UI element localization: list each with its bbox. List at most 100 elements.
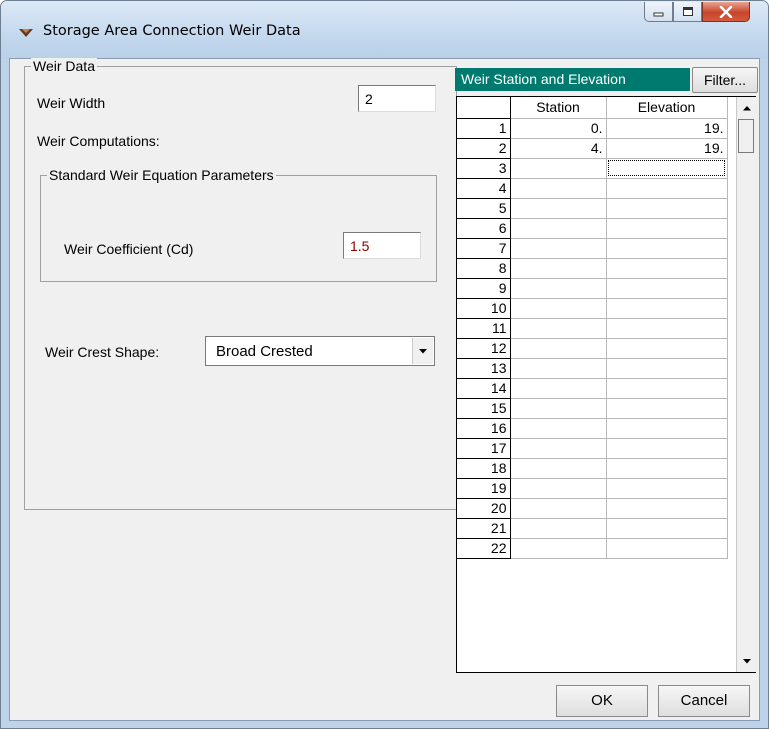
cancel-button[interactable]: Cancel — [658, 685, 750, 717]
column-header-station[interactable]: Station — [510, 97, 607, 119]
station-cell[interactable] — [510, 458, 607, 479]
column-header-elevation[interactable]: Elevation — [606, 97, 728, 119]
scroll-down-button[interactable] — [737, 651, 756, 671]
station-cell[interactable]: 0. — [510, 118, 607, 139]
elevation-cell[interactable] — [606, 298, 728, 319]
table-row[interactable]: 21 — [457, 518, 728, 539]
station-cell[interactable] — [510, 418, 607, 439]
elevation-cell[interactable] — [606, 238, 728, 259]
table-row[interactable]: 10 — [457, 298, 728, 319]
scroll-thumb[interactable] — [738, 119, 754, 153]
table-header: Weir Station and Elevation — [455, 68, 690, 91]
station-cell[interactable] — [510, 198, 607, 219]
grid-vertical-scrollbar[interactable] — [736, 97, 756, 672]
station-cell[interactable] — [510, 338, 607, 359]
weir-computations-label: Weir Computations: — [37, 133, 160, 149]
row-number: 9 — [457, 278, 511, 299]
station-cell[interactable] — [510, 298, 607, 319]
station-cell[interactable] — [510, 158, 607, 179]
title-bar[interactable]: Storage Area Connection Weir Data — [1, 1, 768, 59]
elevation-cell[interactable]: 19. — [606, 138, 728, 159]
table-row[interactable]: 9 — [457, 278, 728, 299]
elevation-cell[interactable] — [606, 518, 728, 539]
station-cell[interactable] — [510, 438, 607, 459]
close-button[interactable] — [702, 2, 750, 22]
filter-button[interactable]: Filter... — [692, 67, 758, 93]
elevation-cell[interactable] — [606, 438, 728, 459]
station-elevation-grid[interactable]: Station Elevation 1 0. 19. 2 4. 19. 3 4 5 6 7 8 9 10 1… — [456, 96, 756, 673]
table-row[interactable]: 7 — [457, 238, 728, 259]
elevation-cell[interactable] — [606, 158, 728, 179]
row-number: 2 — [457, 138, 511, 159]
table-row[interactable]: 19 — [457, 478, 728, 499]
table-row[interactable]: 5 — [457, 198, 728, 219]
station-cell[interactable] — [510, 218, 607, 239]
elevation-cell[interactable] — [606, 398, 728, 419]
table-row[interactable]: 20 — [457, 498, 728, 519]
station-cell[interactable] — [510, 398, 607, 419]
scroll-up-button[interactable] — [737, 98, 756, 118]
elevation-cell[interactable] — [606, 178, 728, 199]
weir-crest-shape-select[interactable]: Broad Crested — [205, 336, 435, 366]
table-row[interactable]: 13 — [457, 358, 728, 379]
weir-data-panel: Weir Data Weir Width Weir Computations: … — [24, 58, 457, 510]
table-row[interactable]: 11 — [457, 318, 728, 339]
minimize-button[interactable] — [644, 2, 673, 22]
table-row[interactable]: 18 — [457, 458, 728, 479]
table-row[interactable]: 8 — [457, 258, 728, 279]
elevation-cell[interactable] — [606, 478, 728, 499]
weir-crest-shape-value: Broad Crested — [216, 343, 313, 360]
table-row[interactable]: 12 — [457, 338, 728, 359]
row-number: 11 — [457, 318, 511, 339]
elevation-cell[interactable] — [606, 278, 728, 299]
table-row[interactable]: 16 — [457, 418, 728, 439]
row-number: 8 — [457, 258, 511, 279]
elevation-cell[interactable] — [606, 218, 728, 239]
table-row[interactable]: 22 — [457, 538, 728, 559]
station-cell[interactable] — [510, 238, 607, 259]
weir-width-label: Weir Width — [37, 95, 106, 111]
station-cell[interactable] — [510, 538, 607, 559]
station-cell[interactable] — [510, 278, 607, 299]
table-row[interactable]: 17 — [457, 438, 728, 459]
station-cell[interactable] — [510, 318, 607, 339]
elevation-cell[interactable] — [606, 198, 728, 219]
station-cell[interactable]: 4. — [510, 138, 607, 159]
elevation-cell[interactable] — [606, 538, 728, 559]
station-cell[interactable] — [510, 498, 607, 519]
weir-width-input[interactable] — [358, 85, 436, 112]
ok-button[interactable]: OK — [556, 685, 648, 717]
elevation-cell[interactable] — [606, 498, 728, 519]
grid-table: Station Elevation 1 0. 19. 2 4. 19. 3 4 5 6 7 8 9 10 1… — [457, 97, 728, 559]
station-cell[interactable] — [510, 358, 607, 379]
elevation-cell[interactable] — [606, 358, 728, 379]
table-row[interactable]: 4 — [457, 178, 728, 199]
elevation-cell[interactable]: 19. — [606, 118, 728, 139]
table-row[interactable]: 14 — [457, 378, 728, 399]
row-number: 7 — [457, 238, 511, 259]
row-number: 15 — [457, 398, 511, 419]
row-number: 13 — [457, 358, 511, 379]
station-cell[interactable] — [510, 378, 607, 399]
maximize-button[interactable] — [673, 2, 702, 22]
table-row[interactable]: 3 — [457, 158, 728, 179]
elevation-cell[interactable] — [606, 458, 728, 479]
table-row[interactable]: 15 — [457, 398, 728, 419]
minimize-icon — [653, 12, 663, 16]
row-number: 1 — [457, 118, 511, 139]
station-cell[interactable] — [510, 478, 607, 499]
elevation-cell[interactable] — [606, 258, 728, 279]
station-cell[interactable] — [510, 178, 607, 199]
elevation-cell[interactable] — [606, 378, 728, 399]
station-cell[interactable] — [510, 518, 607, 539]
elevation-cell[interactable] — [606, 338, 728, 359]
table-row[interactable]: 2 4. 19. — [457, 138, 728, 159]
table-row[interactable]: 6 — [457, 218, 728, 239]
elevation-cell[interactable] — [606, 418, 728, 439]
station-cell[interactable] — [510, 258, 607, 279]
row-number: 22 — [457, 538, 511, 559]
table-row[interactable]: 1 0. 19. — [457, 118, 728, 139]
crest-shape-dropdown-button[interactable] — [412, 338, 433, 364]
weir-coefficient-input[interactable] — [343, 232, 421, 259]
elevation-cell[interactable] — [606, 318, 728, 339]
